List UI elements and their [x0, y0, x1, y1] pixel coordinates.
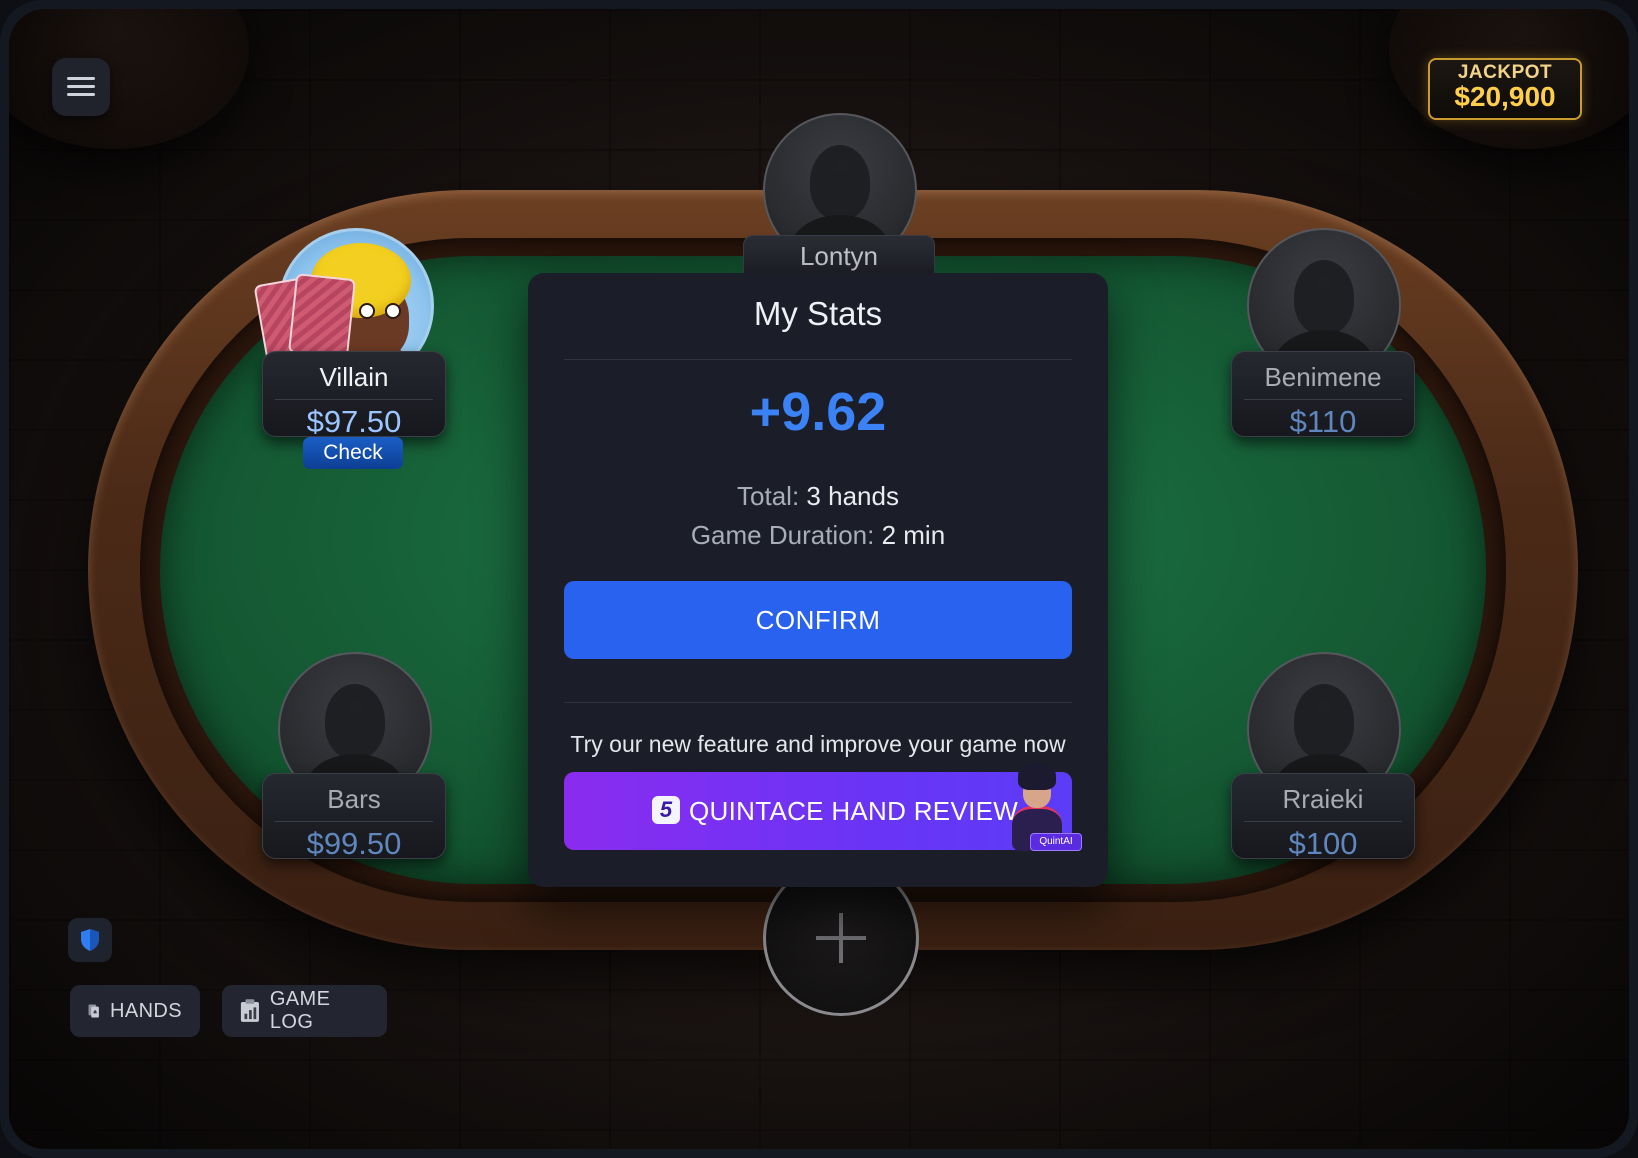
avatar-eye: [359, 303, 375, 319]
quintace-logo-icon: 5: [652, 796, 680, 824]
duration-value: 2 min: [881, 520, 946, 550]
mascot-hair: [1018, 762, 1056, 790]
player-name: Bars: [327, 784, 381, 814]
nameplate-bars: Bars $99.50: [262, 773, 446, 861]
my-stats-modal: My Stats +9.62 Total: 3 hands Game Durat…: [528, 273, 1108, 887]
nameplate-rraieki: Rraieki $100: [1231, 773, 1415, 861]
hands-icon: [88, 1004, 99, 1018]
promo-text: Try our new feature and improve your gam…: [570, 731, 1066, 757]
modal-title: My Stats: [753, 295, 883, 332]
avatar-head: [810, 145, 870, 220]
duration-label: Game Duration:: [690, 520, 875, 550]
modal-divider: [564, 359, 1072, 360]
nameplate-divider: [275, 399, 433, 400]
avatar-head: [1294, 684, 1354, 759]
menu-button[interactable]: [52, 58, 110, 116]
nameplate-divider: [1244, 399, 1402, 400]
hands-button[interactable]: HANDS: [70, 985, 200, 1037]
total-value: 3 hands: [806, 481, 899, 511]
security-button[interactable]: [68, 918, 112, 962]
confirm-button[interactable]: CONFIRM: [564, 581, 1072, 659]
player-stack: $97.50: [306, 404, 402, 439]
nameplate-divider: [275, 821, 433, 822]
player-name: Benimene: [1264, 362, 1382, 392]
hand-review-button[interactable]: 5 QUINTACE HAND REVIEW QuintAI: [564, 762, 1082, 851]
game-log-label: GAME LOG: [269, 988, 331, 1033]
session-result: +9.62: [749, 382, 887, 442]
menu-icon: [67, 77, 95, 97]
player-stack: $110: [1289, 404, 1357, 439]
avatar-head: [325, 684, 385, 759]
duration-line: Game Duration: 2 min: [528, 520, 1108, 551]
jackpot-badge: JACKPOT $20,900: [1428, 58, 1582, 120]
avatar-head: [1294, 260, 1354, 335]
player-name: Rraieki: [1282, 784, 1364, 814]
total-label: Total:: [737, 481, 800, 511]
action-badge-check: Check: [303, 437, 403, 469]
nameplate-villain: Villain $97.50: [262, 351, 446, 439]
nameplate-lontyn: Lontyn: [743, 235, 935, 277]
player-name: Lontyn: [799, 241, 879, 271]
villain-hole-cards: [253, 273, 357, 365]
game-log-icon: [240, 999, 259, 1022]
player-stack: $100: [1288, 826, 1358, 861]
hand-review-label: QUINTACE HAND REVIEW: [689, 796, 1019, 826]
total-hands-line: Total: 3 hands: [528, 481, 1108, 512]
player-stack: $99.50: [306, 826, 402, 861]
player-name: Villain: [319, 362, 389, 392]
modal-divider: [564, 702, 1072, 703]
nameplate-divider: [1244, 821, 1402, 822]
game-log-button[interactable]: GAME LOG: [222, 985, 387, 1037]
avatar-eye: [385, 303, 401, 319]
plus-icon-vertical: [839, 913, 843, 963]
shield-icon: [81, 929, 99, 951]
quintai-tag: QuintAI: [1030, 833, 1082, 851]
nameplate-benimene: Benimene $110: [1231, 351, 1415, 439]
card-back: [287, 273, 357, 359]
jackpot-amount: $20,900: [1454, 81, 1556, 112]
hands-label: HANDS: [109, 999, 182, 1022]
